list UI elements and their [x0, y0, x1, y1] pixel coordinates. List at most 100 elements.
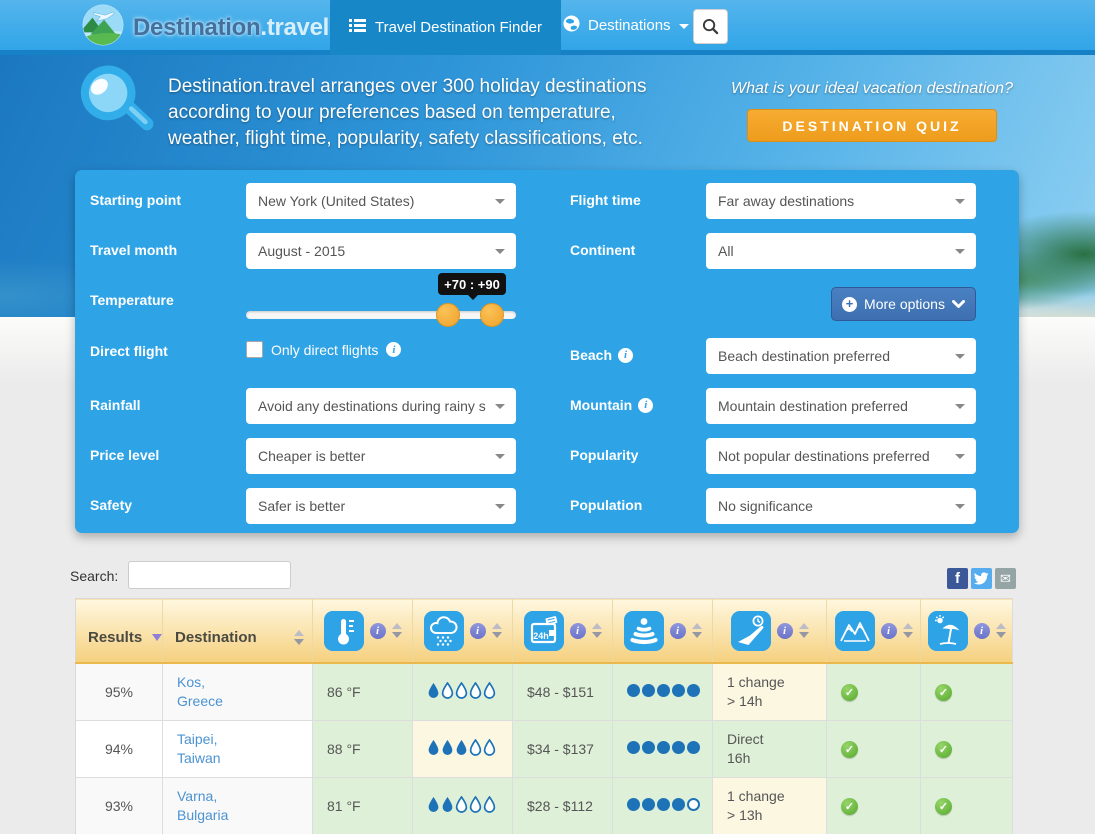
destination-city-link[interactable]: Varna,	[177, 787, 312, 806]
flight-changes: 1 change	[727, 673, 826, 692]
flight-clock-icon	[731, 611, 771, 651]
destination-country-link[interactable]: Bulgaria	[177, 806, 312, 825]
destination-city-link[interactable]: Kos,	[177, 673, 312, 692]
destination-header-label: Destination	[175, 629, 257, 646]
email-share-icon[interactable]: ✉	[995, 568, 1016, 589]
chevron-down-icon	[955, 249, 965, 254]
rainfall-rating-cell	[413, 778, 513, 834]
check-circle-icon: ✓	[935, 741, 952, 758]
flight-time-select[interactable]: Far away destinations	[706, 183, 976, 219]
continent-select[interactable]: All	[706, 233, 976, 269]
sort-desc-icon	[152, 634, 162, 641]
rainfall-select[interactable]: Avoid any destinations during rainy s	[246, 388, 516, 424]
chevron-down-icon	[495, 199, 505, 204]
destination-country-link[interactable]: Greece	[177, 692, 312, 711]
beach-sun-column-header[interactable]: i	[921, 599, 1013, 664]
droplet-icon	[455, 739, 468, 756]
droplet-icon	[469, 796, 482, 813]
temperature-column-header[interactable]: i	[313, 599, 413, 664]
sort-arrows[interactable]	[692, 623, 702, 638]
facebook-share-icon[interactable]: f	[947, 568, 968, 589]
rating-dot-icon	[687, 684, 700, 697]
temperature-cell: 88 °F	[313, 721, 413, 778]
twitter-share-icon[interactable]	[971, 568, 992, 589]
globe-icon	[563, 15, 580, 36]
destination-quiz-button[interactable]: DESTINATION QUIZ	[747, 109, 997, 142]
price-level-label: Price level	[90, 447, 159, 463]
sort-arrows[interactable]	[996, 623, 1006, 638]
safety-select[interactable]: Safer is better	[246, 488, 516, 524]
sort-arrows[interactable]	[492, 623, 502, 638]
wallet-24h-icon: 24h	[524, 611, 564, 651]
population-select[interactable]: No significance	[706, 488, 976, 524]
sort-arrows[interactable]	[903, 623, 913, 638]
population-label: Population	[570, 497, 642, 513]
price-column-header[interactable]: 24h i	[513, 599, 613, 664]
info-icon[interactable]: i	[370, 623, 386, 639]
beach-rating-column-header[interactable]: i	[613, 599, 713, 664]
brand-logo[interactable]: Destination.travel	[82, 4, 329, 51]
mountain-label: Mountain	[570, 397, 632, 413]
info-icon[interactable]: i	[881, 623, 897, 639]
info-icon[interactable]: i	[974, 623, 990, 639]
info-icon[interactable]: i	[777, 623, 793, 639]
beach-rating-icon	[624, 611, 664, 651]
more-options-button[interactable]: + More options	[831, 287, 976, 321]
sort-arrows[interactable]	[592, 623, 602, 638]
popularity-select[interactable]: Not popular destinations preferred	[706, 438, 976, 474]
temperature-slider-track[interactable]	[246, 311, 516, 319]
table-search-input[interactable]	[128, 561, 291, 589]
rainfall-column-header[interactable]: i	[413, 599, 513, 664]
tab-travel-destination-finder[interactable]: Travel Destination Finder	[330, 0, 561, 55]
flight-cell: 1 change > 14h	[713, 663, 827, 721]
rating-dot-icon	[657, 798, 670, 811]
starting-point-label: Starting point	[90, 192, 181, 208]
nav-destinations-dropdown[interactable]: Destinations	[553, 0, 699, 50]
rainfall-label: Rainfall	[90, 397, 141, 413]
droplet-icon	[469, 739, 482, 756]
info-icon[interactable]: i	[638, 398, 653, 413]
destination-city-link[interactable]: Taipei,	[177, 730, 312, 749]
flight-duration: 16h	[727, 749, 826, 768]
info-icon[interactable]: i	[386, 342, 401, 357]
droplet-icon	[441, 739, 454, 756]
beach-ok-cell: ✓	[921, 663, 1013, 721]
hero-line-1: Destination.travel arranges over 300 hol…	[168, 74, 698, 100]
flight-duration: > 13h	[727, 806, 826, 825]
mountain-column-header[interactable]: i	[827, 599, 921, 664]
temperature-slider-handle-low[interactable]	[436, 303, 460, 327]
starting-point-select[interactable]: New York (United States)	[246, 183, 516, 219]
price-level-select[interactable]: Cheaper is better	[246, 438, 516, 474]
chevron-down-icon	[495, 249, 505, 254]
rating-dot-icon	[672, 798, 685, 811]
flight-time-column-header[interactable]: i	[713, 599, 827, 664]
direct-flight-label: Direct flight	[90, 343, 168, 359]
results-column-header[interactable]: Results	[76, 599, 163, 664]
only-direct-flights-checkbox[interactable]	[246, 341, 263, 358]
sort-arrows[interactable]	[392, 623, 402, 638]
logo-badge-icon	[82, 4, 124, 51]
starting-point-value: New York (United States)	[258, 193, 490, 209]
info-icon[interactable]: i	[670, 623, 686, 639]
sort-arrows[interactable]	[799, 623, 809, 638]
temperature-slider-handle-high[interactable]	[480, 303, 504, 327]
destination-column-header[interactable]: Destination	[163, 599, 313, 664]
flight-time-value: Far away destinations	[718, 193, 950, 209]
rating-dot-icon	[627, 741, 640, 754]
hero-description: Destination.travel arranges over 300 hol…	[168, 74, 698, 152]
rainfall-value: Avoid any destinations during rainy s	[258, 398, 490, 414]
droplet-icon	[483, 682, 496, 699]
info-icon[interactable]: i	[570, 623, 586, 639]
destination-cell: Taipei, Taiwan	[163, 721, 313, 778]
info-icon[interactable]: i	[618, 348, 633, 363]
sort-arrows[interactable]	[294, 630, 304, 645]
travel-month-select[interactable]: August - 2015	[246, 233, 516, 269]
destination-country-link[interactable]: Taiwan	[177, 749, 312, 768]
temperature-cell: 81 °F	[313, 778, 413, 834]
mountain-select[interactable]: Mountain destination preferred	[706, 388, 976, 424]
info-icon[interactable]: i	[470, 623, 486, 639]
beach-select[interactable]: Beach destination preferred	[706, 338, 976, 374]
navbar-search-button[interactable]	[693, 9, 728, 44]
svg-text:24h: 24h	[533, 631, 549, 641]
droplet-icon	[427, 739, 440, 756]
